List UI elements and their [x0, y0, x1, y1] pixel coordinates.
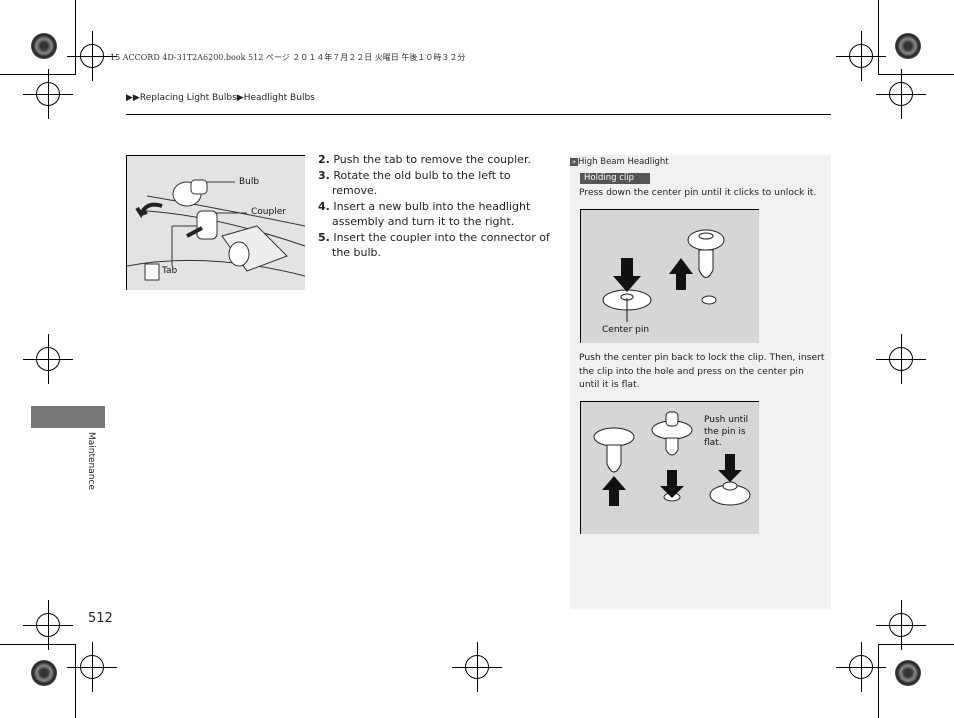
breadcrumb-link[interactable]: Replacing Light Bulbs	[140, 93, 237, 103]
crop-mark	[878, 644, 954, 645]
coupler-label: Coupler	[251, 207, 286, 217]
registration-mark-icon	[23, 334, 73, 384]
tab-label: Tab	[162, 266, 178, 276]
breadcrumb-arrow-icon: ▶	[236, 93, 244, 103]
step-item: 3. Rotate the old bulb to the left to re…	[318, 168, 511, 198]
breadcrumb: ▶▶Replacing Light Bulbs▶Headlight Bulbs	[126, 93, 315, 103]
push-until-flat-label: Push until the pin is flat.	[704, 415, 749, 448]
step-item: 4. Insert a new bulb into the headlight …	[318, 199, 531, 229]
crop-mark	[0, 644, 76, 645]
crop-mark	[878, 0, 879, 75]
clip-lock-illustration: Push until the pin is flat.	[580, 401, 759, 534]
clip-unlock-diagram	[602, 229, 725, 322]
header-divider	[126, 114, 831, 115]
page-number: 512	[88, 611, 113, 626]
registration-dial-icon	[31, 33, 57, 59]
clip-unlock-illustration: Center pin	[580, 209, 759, 343]
center-pin-label: Center pin	[602, 325, 650, 335]
step-item: 5. Insert the coupler into the connector…	[318, 230, 550, 260]
registration-mark-icon	[67, 642, 117, 692]
holding-clip-badge: Holding clip	[580, 173, 650, 184]
print-metadata: 15 ACCORD 4D-31T2A6200.book 512 ページ ２０１４…	[110, 53, 466, 62]
breadcrumb-current: Headlight Bulbs	[243, 93, 315, 103]
crop-mark	[75, 0, 76, 75]
side-note: » High Beam Headlight Holding clip Press …	[570, 155, 831, 609]
crop-mark	[878, 74, 954, 75]
step-item: 2. Push the tab to remove the coupler.	[318, 153, 531, 166]
crop-mark	[0, 74, 76, 75]
registration-dial-icon	[31, 660, 57, 686]
registration-dial-icon	[895, 660, 921, 686]
double-chevron-icon: »	[570, 158, 578, 166]
registration-mark-icon	[876, 334, 926, 384]
section-label: Maintenance	[86, 432, 96, 490]
registration-mark-icon	[23, 69, 73, 119]
note-title: » High Beam Headlight	[570, 157, 669, 167]
note-text: Press down the center pin until it click…	[579, 187, 817, 198]
breadcrumb-arrow-icon: ▶▶	[126, 93, 140, 103]
crop-mark	[878, 644, 879, 718]
bulb-label: Bulb	[239, 177, 260, 187]
registration-dial-icon	[895, 33, 921, 59]
registration-mark-icon	[452, 642, 502, 692]
registration-mark-icon	[836, 31, 886, 81]
registration-mark-icon	[67, 31, 117, 81]
registration-mark-icon	[876, 69, 926, 119]
instruction-steps: 2. Push the tab to remove the coupler. 3…	[318, 152, 558, 261]
note-text: Push the center pin back to lock the cli…	[579, 352, 825, 390]
bulb-removal-illustration: Bulb Coupler Tab	[126, 155, 306, 290]
section-tab[interactable]	[31, 406, 105, 428]
registration-mark-icon	[876, 600, 926, 650]
registration-mark-icon	[836, 642, 886, 692]
crop-mark	[75, 644, 76, 718]
registration-mark-icon	[23, 600, 73, 650]
headlight-diagram	[126, 179, 306, 281]
